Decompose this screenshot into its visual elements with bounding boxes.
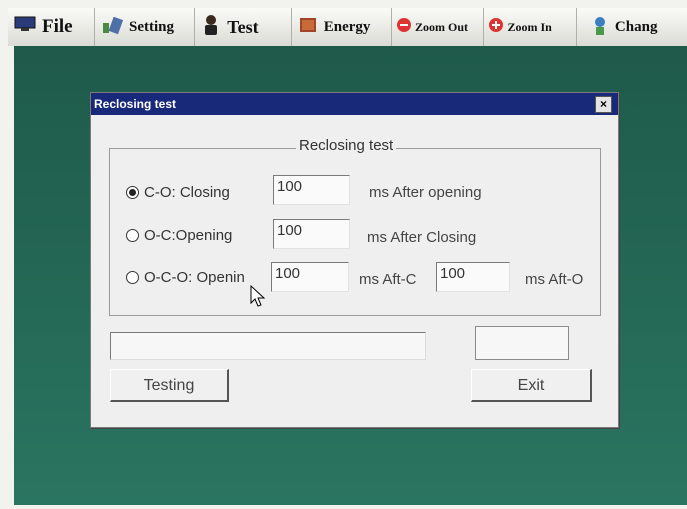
change-icon — [591, 14, 609, 41]
book-icon — [298, 15, 318, 40]
group-label: Reclosing test — [296, 137, 397, 154]
mouse-cursor-icon — [250, 284, 266, 314]
monitor-icon — [14, 16, 36, 38]
menu-test[interactable]: Test — [195, 8, 292, 46]
menu-energy[interactable]: Energy — [292, 8, 392, 46]
close-button[interactable]: × — [595, 96, 612, 113]
menu-zoom-in[interactable]: Zoom In — [484, 8, 577, 46]
oco-aft-c-label: ms Aft-C — [359, 271, 417, 288]
menu-zoom-out-label: Zoom Out — [414, 19, 468, 34]
menu-setting[interactable]: Setting — [95, 8, 196, 46]
option-oco-radio[interactable]: O-C-O: Openin — [126, 269, 275, 286]
menu-file-label: File — [42, 16, 73, 37]
dialog-title: Reclosing test — [94, 97, 177, 111]
co-interval-input[interactable]: 100 — [273, 175, 350, 205]
option-oco-label: O-C-O: Openin — [144, 269, 245, 286]
menu-change-label: Chang — [614, 18, 658, 35]
menu-energy-label: Energy — [323, 18, 371, 35]
menu-bar: File Setting Test Energy Zoom Out Zoom I… — [8, 8, 687, 46]
option-oc-label: O-C:Opening — [144, 227, 233, 244]
menu-zoom-out[interactable]: Zoom Out — [392, 8, 485, 46]
setting-icon — [101, 15, 124, 40]
co-unit-label: ms After opening — [369, 184, 482, 201]
minus-circle-icon — [396, 17, 412, 37]
oc-interval-input[interactable]: 100 — [273, 219, 350, 249]
testing-button[interactable]: Testing — [110, 369, 229, 402]
oc-unit-label: ms After Closing — [367, 229, 477, 246]
status-box — [475, 326, 569, 360]
menu-zoom-in-label: Zoom In — [507, 19, 552, 34]
oco-aft-o-label: ms Aft-O — [525, 271, 584, 288]
menu-test-label: Test — [227, 16, 259, 37]
dialog-titlebar: Reclosing test × — [91, 93, 618, 115]
option-co-radio[interactable]: C-O: Closing — [126, 184, 230, 201]
menu-file[interactable]: File — [8, 8, 95, 46]
oco-close-interval-input[interactable]: 100 — [271, 262, 349, 292]
progress-bar — [110, 332, 426, 360]
menu-setting-label: Setting — [128, 18, 174, 35]
plus-circle-icon — [488, 17, 504, 37]
exit-button[interactable]: Exit — [471, 369, 592, 402]
oco-open-interval-input[interactable]: 100 — [436, 262, 510, 292]
radio-button[interactable] — [126, 271, 139, 284]
option-oc-radio[interactable]: O-C:Opening — [126, 227, 232, 244]
radio-button-checked[interactable] — [126, 186, 139, 199]
person-icon — [201, 14, 221, 41]
option-co-label: C-O: Closing — [144, 184, 230, 201]
menu-change[interactable]: Chang — [577, 8, 687, 46]
radio-button[interactable] — [126, 229, 139, 242]
reclosing-test-dialog: Reclosing test × Reclosing test C-O: Clo… — [90, 92, 619, 428]
